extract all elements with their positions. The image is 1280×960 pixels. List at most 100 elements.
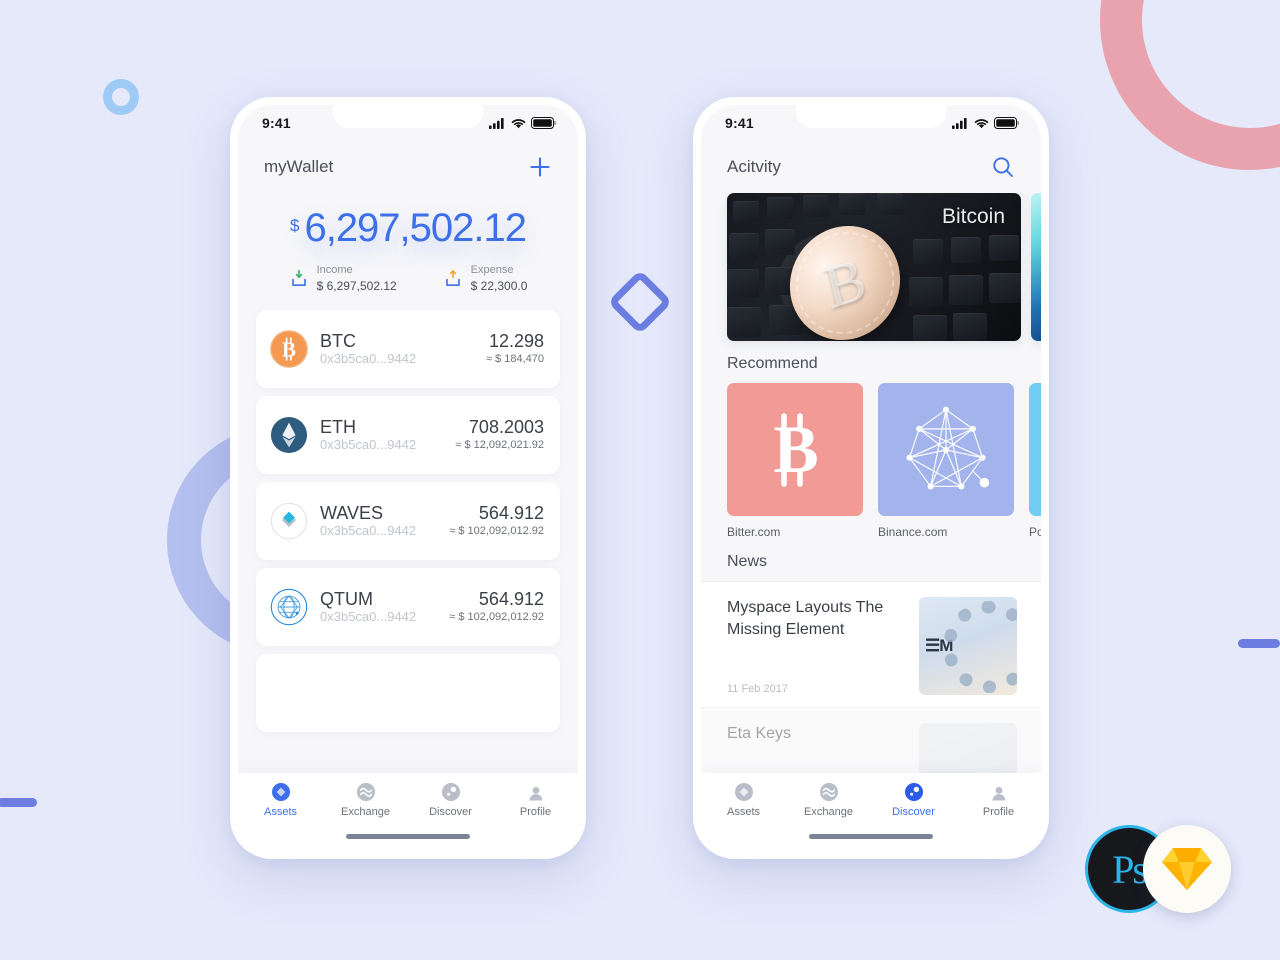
coin-list: B BTC 0x3b5ca0...9442 12.298 ≈ $ 184,470 bbox=[238, 300, 578, 773]
discover-icon bbox=[904, 783, 923, 801]
discover-body: B Bitcoin Recommend B Bitter.com Binance… bbox=[701, 193, 1041, 773]
banner-carousel[interactable]: B Bitcoin bbox=[701, 193, 1041, 341]
table-row-partial[interactable] bbox=[256, 654, 560, 733]
tab-profile[interactable]: Profile bbox=[493, 782, 578, 818]
income-arrow-icon bbox=[291, 269, 306, 286]
expense-item: Expense $ 22,300.0 bbox=[443, 263, 527, 294]
recommend-row[interactable]: B Bitter.com Binance.com Po bbox=[701, 383, 1041, 539]
news-title: Myspace Layouts The Missing Element bbox=[727, 599, 884, 638]
coin-values: 708.2003 ≈ $ 12,092,021.92 bbox=[455, 417, 544, 453]
recommend-name: Binance.com bbox=[878, 525, 948, 539]
list-item[interactable]: Myspace Layouts The Missing Element 11 F… bbox=[701, 581, 1041, 707]
recommend-item[interactable]: Binance.com bbox=[878, 383, 1014, 539]
tab-bar: Assets Exchange Discover Profile bbox=[238, 773, 578, 851]
search-icon bbox=[993, 157, 1013, 177]
status-icons bbox=[952, 117, 1019, 129]
waves-coin-icon bbox=[270, 502, 308, 540]
wifi-icon bbox=[974, 118, 989, 128]
tab-label: Exchange bbox=[341, 806, 390, 818]
news-title: Eta Keys bbox=[727, 725, 792, 742]
coin-fiat-value: ≈ $ 102,092,012.92 bbox=[449, 524, 544, 537]
tab-exchange[interactable]: Exchange bbox=[323, 782, 408, 818]
discover-icon bbox=[441, 783, 460, 801]
income-texts: Income $ 6,297,502.12 bbox=[317, 263, 397, 294]
sketch-diamond-icon bbox=[1162, 848, 1212, 890]
tab-label: Profile bbox=[982, 806, 1015, 818]
status-bar: 9:41 bbox=[238, 105, 578, 141]
phone-wallet: 9:41 myWallet $ 6,297,502.12 Income $ 6,… bbox=[230, 97, 586, 859]
coin-symbol: WAVES bbox=[320, 502, 384, 523]
coin-info: ETH 0x3b5ca0...9442 bbox=[320, 417, 455, 454]
tab-label: Profile bbox=[519, 806, 552, 818]
page-title: Acitvity bbox=[727, 157, 781, 176]
discover-header: Acitvity bbox=[701, 141, 1041, 193]
news-section-title: News bbox=[727, 553, 768, 570]
table-row[interactable]: WAVES 0x3b5ca0...9442 564.912 ≈ $ 102,09… bbox=[256, 482, 560, 561]
list-item[interactable]: Eta Keys bbox=[701, 707, 1041, 773]
tab-exchange[interactable]: Exchange bbox=[786, 782, 871, 818]
coin-symbol: ETH bbox=[320, 416, 356, 437]
decorative-pink-ring bbox=[1100, 0, 1280, 170]
home-indicator[interactable] bbox=[809, 834, 933, 839]
status-bar: 9:41 bbox=[701, 105, 1041, 141]
balance-currency: $ bbox=[289, 216, 300, 235]
plus-icon bbox=[530, 157, 550, 177]
table-row[interactable]: B BTC 0x3b5ca0...9442 12.298 ≈ $ 184,470 bbox=[256, 310, 560, 389]
tab-label: Exchange bbox=[804, 806, 853, 818]
signal-icon bbox=[489, 117, 504, 129]
coin-address: 0x3b5ca0...9442 bbox=[320, 609, 417, 625]
coin-amount: 12.298 bbox=[488, 331, 544, 352]
income-item: Income $ 6,297,502.12 bbox=[289, 263, 397, 294]
sketch-badge bbox=[1143, 825, 1231, 913]
coin-fiat-value: ≈ $ 184,470 bbox=[485, 352, 544, 365]
income-value: $ 6,297,502.12 bbox=[316, 278, 397, 293]
discover-screen: 9:41 Acitvity B Bitcoin Recommend B Bitt… bbox=[701, 105, 1041, 851]
tab-label: Assets bbox=[263, 806, 297, 818]
battery-icon bbox=[994, 117, 1019, 129]
exchange-icon bbox=[819, 783, 838, 801]
decorative-diamond-outline bbox=[607, 269, 673, 335]
network-graph-icon bbox=[906, 406, 990, 490]
news-texts: Myspace Layouts The Missing Element 11 F… bbox=[727, 597, 909, 695]
wallet-screen: 9:41 myWallet $ 6,297,502.12 Income $ 6,… bbox=[238, 105, 578, 851]
table-row[interactable]: QTUM 0x3b5ca0...9442 564.912 ≈ $ 102,092… bbox=[256, 568, 560, 647]
tab-assets[interactable]: Assets bbox=[701, 782, 786, 818]
coin-info: QTUM 0x3b5ca0...9442 bbox=[320, 589, 449, 626]
coin-address: 0x3b5ca0...9442 bbox=[320, 523, 417, 539]
income-label: Income bbox=[316, 264, 353, 276]
tab-profile[interactable]: Profile bbox=[956, 782, 1041, 818]
coin-values: 12.298 ≈ $ 184,470 bbox=[486, 331, 544, 367]
decorative-bar-right bbox=[1238, 639, 1280, 648]
qtum-coin-icon bbox=[270, 588, 308, 626]
recommend-item[interactable]: Polonl bbox=[1029, 383, 1041, 539]
banner-card[interactable]: B Bitcoin bbox=[727, 193, 1021, 341]
page-title: myWallet bbox=[264, 157, 334, 176]
recommend-section-title: Recommend bbox=[727, 355, 818, 372]
tab-label: Assets bbox=[726, 806, 760, 818]
tab-label: Discover bbox=[429, 806, 472, 818]
assets-icon bbox=[271, 783, 290, 801]
recommend-item[interactable]: B Bitter.com bbox=[727, 383, 863, 539]
battery-icon bbox=[531, 117, 556, 129]
coin-address: 0x3b5ca0...9442 bbox=[320, 351, 417, 367]
coin-amount: 564.912 bbox=[478, 589, 544, 610]
tab-discover[interactable]: Discover bbox=[871, 782, 956, 818]
tab-bar: Assets Exchange Discover Profile bbox=[701, 773, 1041, 851]
banner-card[interactable] bbox=[1031, 193, 1041, 341]
balance-block: $ 6,297,502.12 Income $ 6,297,502.12 Exp… bbox=[238, 193, 578, 300]
expense-arrow-icon bbox=[445, 269, 460, 286]
tab-discover[interactable]: Discover bbox=[408, 782, 493, 818]
coin-values: 564.912 ≈ $ 102,092,012.92 bbox=[449, 589, 544, 625]
coin-info: BTC 0x3b5ca0...9442 bbox=[320, 331, 486, 368]
table-row[interactable]: ETH 0x3b5ca0...9442 708.2003 ≈ $ 12,092,… bbox=[256, 396, 560, 475]
add-wallet-button[interactable] bbox=[528, 155, 552, 179]
banner-label: Bitcoin bbox=[941, 205, 1005, 228]
home-indicator[interactable] bbox=[346, 834, 470, 839]
news-texts: Eta Keys bbox=[727, 723, 909, 773]
assets-icon bbox=[734, 783, 753, 801]
tab-assets[interactable]: Assets bbox=[238, 782, 323, 818]
btc-coin-icon: B bbox=[270, 330, 308, 368]
coin-info: WAVES 0x3b5ca0...9442 bbox=[320, 503, 449, 540]
disc-ring-graphic bbox=[943, 601, 1017, 693]
search-button[interactable] bbox=[991, 155, 1015, 179]
